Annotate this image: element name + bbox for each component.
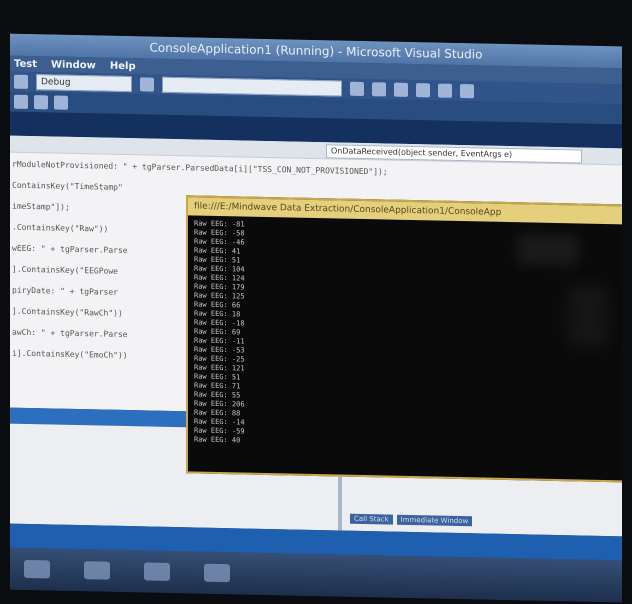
screen-glare [518,234,578,266]
console-window[interactable]: file:///E:/Mindwave Data Extraction/Cons… [186,195,622,483]
solution-config-select[interactable]: Debug [36,74,132,93]
tab-immediate-window[interactable]: Immediate Window [396,514,473,527]
step-out-icon[interactable] [54,95,68,110]
solution-explorer-icon[interactable] [372,82,386,97]
visual-studio-task-icon[interactable] [144,562,170,581]
start-button-icon[interactable] [24,559,50,579]
platform-icon[interactable] [140,77,154,92]
menu-item-test[interactable]: Test [14,58,37,69]
screen-glare [568,285,608,347]
toolbox-icon[interactable] [416,83,430,98]
menu-item-window[interactable]: Window [51,59,96,71]
object-browser-icon[interactable] [438,83,452,98]
explorer-task-icon[interactable] [84,561,110,580]
console-task-icon[interactable] [204,563,230,583]
monitor-screen: ConsoleApplication1 (Running) - Microsof… [10,33,622,603]
find-icon[interactable] [350,81,364,97]
start-icon[interactable] [14,74,28,89]
output-tabs: Call Stack Immediate Window [350,511,473,530]
menu-item-help[interactable]: Help [110,60,136,72]
step-over-icon[interactable] [34,95,48,110]
output-icon[interactable] [460,84,474,99]
find-combo[interactable] [162,76,342,97]
step-into-icon[interactable] [14,94,28,109]
properties-icon[interactable] [394,82,408,97]
tab-call-stack[interactable]: Call Stack [350,513,393,525]
